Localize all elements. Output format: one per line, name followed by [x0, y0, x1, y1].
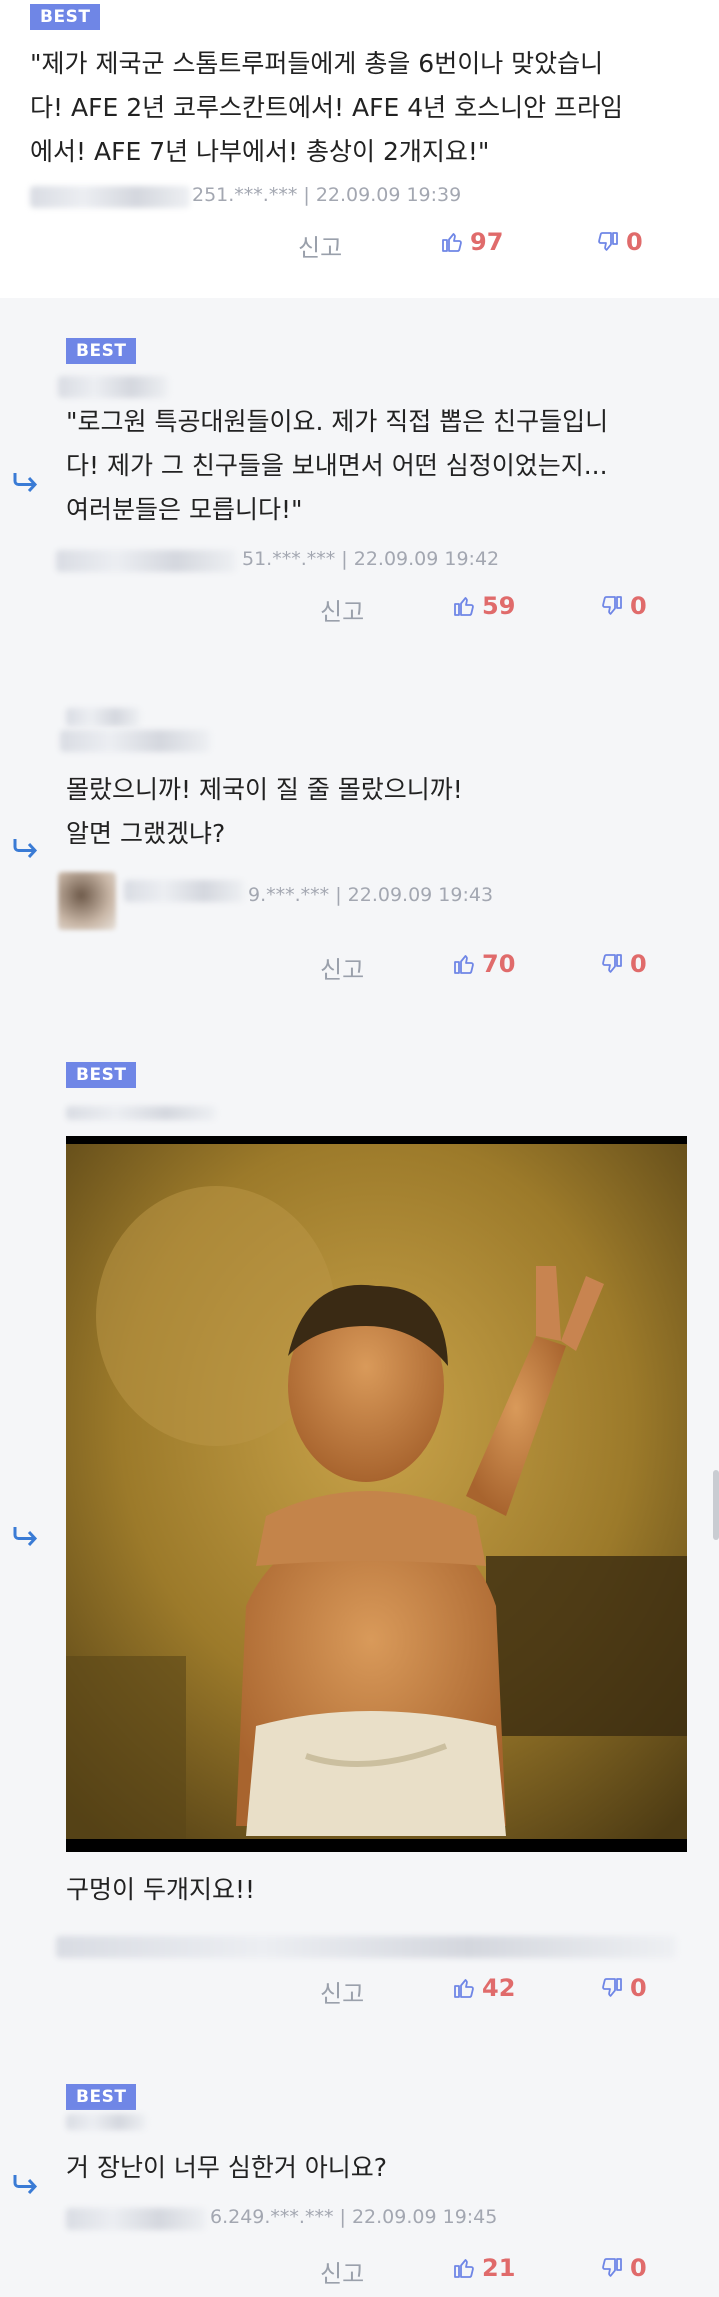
- report-button[interactable]: 신고: [320, 592, 364, 627]
- comment-actions: 신고 59 0: [0, 592, 719, 626]
- comment-text: "제가 제국군 스톰트루퍼들에게 총을 6번이나 맞았습니 다! AFE 2년 …: [30, 49, 624, 166]
- thumbs-up-icon: [454, 1979, 474, 1998]
- reply-arrow-icon: [13, 473, 38, 492]
- avatar: [58, 872, 116, 930]
- reply-arrow-icon: [13, 2175, 38, 2194]
- like-button[interactable]: 59: [452, 592, 515, 620]
- like-button[interactable]: 42: [452, 1974, 515, 2002]
- like-count: 42: [482, 1974, 516, 2002]
- thumbs-down-icon: [602, 954, 622, 973]
- like-button[interactable]: 97: [440, 228, 503, 256]
- dislike-count: 0: [630, 950, 647, 978]
- dislike-button[interactable]: 0: [600, 1974, 647, 2002]
- thumbs-down-icon: [602, 2258, 622, 2277]
- best-badge: BEST: [30, 4, 101, 30]
- blurred-meta: [56, 1936, 676, 1958]
- thumbs-down-icon: [602, 1978, 622, 1997]
- blurred-nickname: [66, 2208, 206, 2230]
- blurred-nickname: [66, 2114, 146, 2130]
- best-badge: BEST: [66, 338, 137, 364]
- comment-meta: 51.***.*** | 22.09.09 19:42: [242, 548, 500, 570]
- dislike-count: 0: [630, 2254, 647, 2282]
- dislike-button[interactable]: 0: [600, 950, 647, 978]
- blurred-badge: [66, 708, 140, 726]
- comment-meta: 251.***.*** | 22.09.09 19:39: [192, 184, 462, 206]
- reply-item: BEST 구멍이 두개지요!! 신고 42 0: [0, 1020, 719, 2045]
- comment-actions: 신고 21 0: [0, 2254, 719, 2288]
- comment-actions: 신고 70 0: [0, 950, 719, 984]
- comment-actions: 신고 42 0: [0, 1974, 719, 2008]
- dislike-button[interactable]: 0: [600, 2254, 647, 2282]
- like-count: 59: [482, 592, 516, 620]
- dislike-button[interactable]: 0: [600, 592, 647, 620]
- thumbs-up-icon: [454, 2259, 474, 2278]
- comment-text: 구멍이 두개지요!!: [66, 1875, 255, 1904]
- thumbs-down-icon: [598, 232, 618, 251]
- thumbs-up-icon: [442, 233, 462, 252]
- reply-item: BEST "로그원 특공대원들이요. 제가 직접 뽑은 친구들입니 다! 제가 …: [0, 298, 719, 667]
- thumbs-up-icon: [454, 597, 474, 616]
- thumbs-up-icon: [454, 955, 474, 974]
- attached-image[interactable]: [66, 1136, 687, 1852]
- attached-photo: [66, 1136, 687, 1852]
- comment-meta: 6.249.***.*** | 22.09.09 19:45: [210, 2206, 498, 2228]
- reply-arrow-icon: [13, 839, 38, 858]
- best-badge: BEST: [66, 1062, 137, 1088]
- dislike-count: 0: [630, 592, 647, 620]
- blurred-nickname: [66, 1106, 216, 1120]
- blurred-nickname: [30, 186, 190, 208]
- blurred-nickname: [124, 880, 244, 902]
- like-button[interactable]: 21: [452, 2254, 515, 2282]
- like-count: 70: [482, 950, 516, 978]
- reply-item: 몰랐으니까! 제국이 질 줄 몰랐으니까! 알면 그랬겠냐? 9.***.***…: [0, 666, 719, 1021]
- comment-item: BEST "제가 제국군 스톰트루퍼들에게 총을 6번이나 맞았습니 다! AF…: [0, 0, 719, 299]
- report-button[interactable]: 신고: [298, 228, 342, 263]
- dislike-button[interactable]: 0: [596, 228, 643, 256]
- like-button[interactable]: 70: [452, 950, 515, 978]
- blurred-nickname: [56, 550, 236, 572]
- blurred-nickname: [60, 730, 210, 752]
- comment-text: "로그원 특공대원들이요. 제가 직접 뽑은 친구들입니 다! 제가 그 친구들…: [66, 407, 609, 524]
- comment-text: 거 장난이 너무 심한거 아니요?: [66, 2153, 388, 2182]
- like-count: 97: [470, 228, 504, 256]
- comment-text: 몰랐으니까! 제국이 질 줄 몰랐으니까! 알면 그랬겠냐?: [66, 775, 463, 848]
- blurred-nickname: [58, 376, 168, 398]
- best-badge: BEST: [66, 2084, 137, 2110]
- reply-item: BEST 거 장난이 너무 심한거 아니요? 6.249.***.*** | 2…: [0, 2044, 719, 2297]
- report-button[interactable]: 신고: [320, 1974, 364, 2009]
- dislike-count: 0: [626, 228, 643, 256]
- like-count: 21: [482, 2254, 516, 2282]
- report-button[interactable]: 신고: [320, 950, 364, 985]
- dislike-count: 0: [630, 1974, 647, 2002]
- reply-arrow-icon: [13, 1527, 38, 1546]
- report-button[interactable]: 신고: [320, 2254, 364, 2289]
- scrollbar-thumb[interactable]: [713, 1470, 719, 1540]
- comment-actions: 신고 97 0: [0, 228, 719, 262]
- comment-meta: 9.***.*** | 22.09.09 19:43: [248, 884, 494, 906]
- thumbs-down-icon: [602, 596, 622, 615]
